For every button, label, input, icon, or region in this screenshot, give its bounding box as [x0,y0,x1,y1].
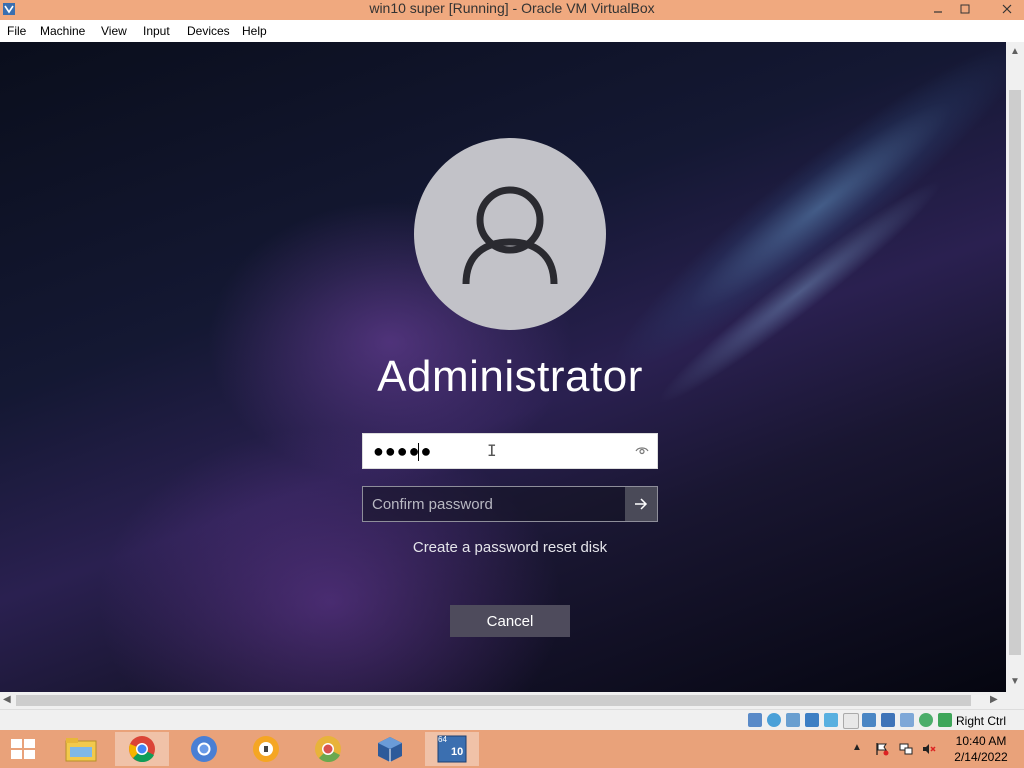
clock-date: 2/14/2022 [954,750,1008,764]
taskbar-file-explorer[interactable] [54,732,108,766]
menu-input[interactable]: Input [143,24,170,38]
minimize-icon [934,11,942,13]
menu-devices[interactable]: Devices [187,24,230,38]
folder-icon [65,738,97,762]
wallpaper-light-streak [587,42,1006,403]
menu-bar: File Machine View Input Devices Help [0,20,1024,42]
network-icon[interactable] [805,713,819,727]
menu-file[interactable]: File [7,24,26,38]
close-icon [1002,4,1012,14]
vm-status-bar: Right Ctrl [0,709,1024,731]
cancel-button[interactable]: Cancel [450,605,570,637]
scrollbar-corner [1006,692,1024,709]
vm-version-badge: 10 [451,746,464,758]
shared-folders-icon[interactable] [843,713,859,729]
volume-muted-icon[interactable] [922,742,936,756]
taskbar-chrome-canary[interactable] [301,732,355,766]
guest-additions-icon[interactable] [938,713,952,727]
horizontal-scroll-thumb[interactable] [16,695,971,706]
confirm-password-field[interactable] [362,486,658,522]
taskbar-vpn-app[interactable] [239,732,293,766]
start-button[interactable] [8,736,38,762]
new-password-field[interactable]: ●●●●● I [362,433,658,469]
host-key-label[interactable]: Right Ctrl [956,714,1006,728]
chrome-canary-icon [315,736,341,763]
video-capture-icon[interactable] [881,713,895,727]
scroll-right-icon[interactable]: ▶ [990,694,998,705]
window-title: win10 super [Running] - Oracle VM Virtua… [369,0,655,16]
vertical-scroll-thumb[interactable] [1009,90,1021,655]
reveal-password-icon[interactable] [635,444,649,458]
vm-bits-badge: 64 [438,735,447,744]
audio-icon[interactable] [786,713,800,727]
cpu-icon[interactable] [919,713,933,727]
host-taskbar: 64 10 ▲ 10:40 AM 2/14/2022 [0,730,1024,768]
scroll-left-icon[interactable]: ◀ [3,694,11,705]
mouse-integration-icon[interactable] [900,713,914,727]
title-bar: win10 super [Running] - Oracle VM Virtua… [0,0,1024,20]
username-label: Administrator [377,352,643,401]
show-hidden-icons-icon[interactable]: ▲ [852,742,866,756]
taskbar-chrome[interactable] [115,732,169,766]
scroll-up-icon[interactable]: ▲ [1010,46,1020,57]
user-silhouette-icon [462,186,558,285]
arrow-right-icon [635,498,648,510]
submit-button[interactable] [625,487,657,521]
optical-drive-icon[interactable] [767,713,781,727]
usb-icon[interactable] [824,713,838,727]
close-button[interactable] [990,0,1024,18]
ibeam-cursor-icon: I [487,441,497,460]
vm-display[interactable]: Administrator ●●●●● I Create a password … [0,42,1006,692]
taskbar-win10-vm[interactable]: 64 10 [425,732,479,766]
horizontal-scrollbar[interactable]: ◀ ▶ [0,692,1006,709]
chromium-icon [191,736,217,762]
hard-disk-icon[interactable] [748,713,762,727]
minimize-button[interactable] [924,0,952,18]
confirm-password-input[interactable] [363,487,625,521]
maximize-icon [960,4,970,14]
password-value: ●●●●● [373,441,433,461]
maximize-button[interactable] [951,0,979,18]
virtualbox-cube-icon [378,737,402,762]
text-caret [418,443,419,461]
windows-logo-icon [11,739,35,759]
clock-time: 10:40 AM [955,734,1007,748]
network-tray-icon[interactable] [899,742,913,756]
system-clock[interactable]: 10:40 AM 2/14/2022 [946,733,1016,765]
vertical-scrollbar[interactable]: ▲ ▼ [1006,42,1024,692]
menu-help[interactable]: Help [242,24,267,38]
scroll-down-icon[interactable]: ▼ [1010,676,1020,687]
taskbar-virtualbox[interactable] [363,732,417,766]
chrome-icon [129,736,155,763]
create-reset-disk-link[interactable]: Create a password reset disk [362,539,658,556]
shield-lock-icon [253,736,279,762]
menu-machine[interactable]: Machine [40,24,85,38]
menu-view[interactable]: View [101,24,127,38]
display-icon[interactable] [862,713,876,727]
taskbar-chromium[interactable] [177,732,231,766]
user-avatar [414,138,606,330]
action-center-flag-icon[interactable] [875,742,889,756]
